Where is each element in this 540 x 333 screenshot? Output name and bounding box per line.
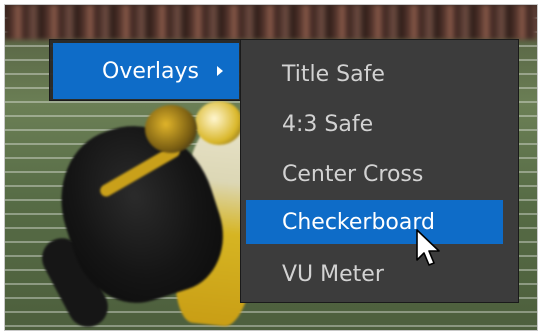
submenu-item-checkerboard[interactable]: Checkerboard (246, 200, 503, 244)
submenu-item-4-3-safe[interactable]: 4:3 Safe (246, 102, 502, 146)
submenu-item-center-cross[interactable]: Center Cross (246, 152, 502, 196)
context-menu: Overlays Title Safe 4:3 Safe Center Cros… (49, 39, 519, 303)
submenu-item-vu-meter[interactable]: VU Meter (246, 252, 502, 296)
submenu-item-label: Checkerboard (282, 209, 436, 235)
chevron-right-icon (217, 66, 223, 76)
overlays-submenu: Title Safe 4:3 Safe Center Cross Checker… (240, 39, 519, 303)
submenu-item-label: Title Safe (282, 61, 385, 87)
mouse-pointer-icon (416, 229, 440, 266)
context-menu-main: Overlays (49, 39, 241, 101)
submenu-item-label: VU Meter (282, 261, 384, 287)
menu-item-label: Overlays (102, 58, 199, 84)
submenu-item-label: 4:3 Safe (282, 111, 374, 137)
stadium-crowd (5, 5, 537, 39)
menu-item-overlays[interactable]: Overlays (53, 43, 239, 99)
submenu-item-label: Center Cross (282, 161, 424, 187)
submenu-item-title-safe[interactable]: Title Safe (246, 52, 502, 96)
